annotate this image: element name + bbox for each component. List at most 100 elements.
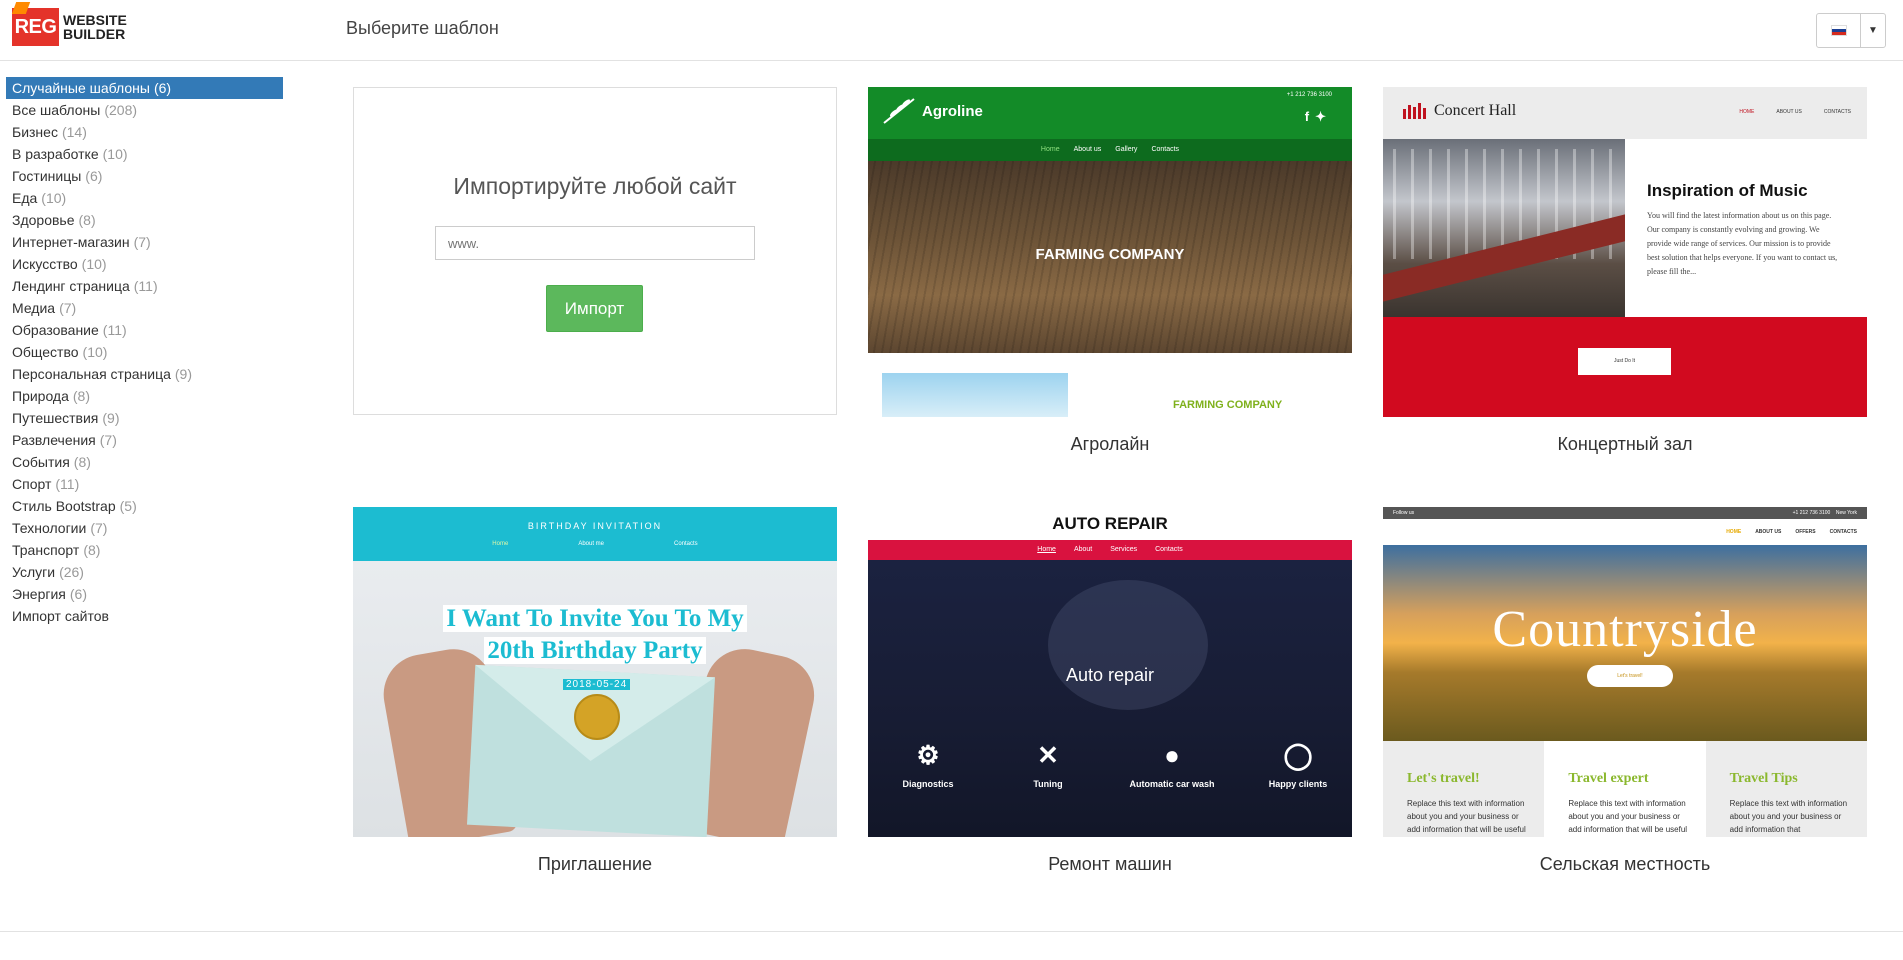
drop-icon: ● xyxy=(1164,740,1180,770)
category-nature[interactable]: Природа (8) xyxy=(6,385,283,407)
category-import-sites[interactable]: Импорт сайтов xyxy=(6,605,283,627)
countryside-contact: +1 212 736 3100 New York xyxy=(1793,510,1857,516)
category-label: Стиль Bootstrap xyxy=(12,498,116,514)
category-transport[interactable]: Транспорт (8) xyxy=(6,539,283,561)
template-preview-auto-repair[interactable]: AUTO REPAIR Home About Services Contacts… xyxy=(868,507,1352,837)
concert-info: Inspiration of Music You will find the l… xyxy=(1625,139,1867,317)
import-button[interactable]: Импорт xyxy=(546,285,643,332)
service-diagnostics: ⚙ Diagnostics xyxy=(868,740,988,789)
template-caption[interactable]: Сельская местность xyxy=(1383,854,1867,875)
language-flag-button[interactable] xyxy=(1817,14,1861,47)
category-travel[interactable]: Путешествия (9) xyxy=(6,407,283,429)
template-preview-agroline[interactable]: Agroline +1 212 736 3100 f✦ Home About u… xyxy=(868,87,1352,417)
category-business[interactable]: Бизнес (14) xyxy=(6,121,283,143)
service-car-wash: ● Automatic car wash xyxy=(1112,740,1232,789)
template-preview-concert-hall[interactable]: Concert Hall HOME ABOUT US CONTACTS Insp… xyxy=(1383,87,1867,417)
category-events[interactable]: События (8) xyxy=(6,451,283,473)
category-count: (14) xyxy=(61,124,87,140)
category-label: Путешествия xyxy=(12,410,99,426)
countryside-nav-item: OFFERS xyxy=(1795,529,1816,535)
invitation-header: BIRTHDAY INVITATION Home About me Contac… xyxy=(353,507,837,561)
template-card-countryside: Follow us +1 212 736 3100 New York HOME … xyxy=(1383,507,1867,875)
category-media[interactable]: Медиа (7) xyxy=(6,297,283,319)
concert-heading: Inspiration of Music xyxy=(1647,181,1808,200)
countryside-city: New York xyxy=(1835,510,1857,516)
category-society[interactable]: Общество (10) xyxy=(6,341,283,363)
agroline-nav-item: Home xyxy=(1040,146,1060,153)
agroline-bottom-section: FARMING COMPANY xyxy=(868,353,1352,417)
language-selector[interactable]: ▼ xyxy=(1816,13,1886,48)
category-art[interactable]: Искусство (10) xyxy=(6,253,283,275)
category-count: (7) xyxy=(133,234,151,250)
template-preview-invitation[interactable]: BIRTHDAY INVITATION Home About me Contac… xyxy=(353,507,837,837)
service-label: Diagnostics xyxy=(902,779,954,789)
category-education[interactable]: Образование (11) xyxy=(6,319,283,341)
category-food[interactable]: Еда (10) xyxy=(6,187,283,209)
category-count: (26) xyxy=(59,564,84,580)
template-card-agroline: Agroline +1 212 736 3100 f✦ Home About u… xyxy=(868,87,1352,455)
service-tuning: ✕ Tuning xyxy=(988,740,1108,789)
category-count: (10) xyxy=(41,190,67,206)
column-title: Travel expert xyxy=(1568,771,1649,786)
invitation-nav-item: Contacts xyxy=(674,541,698,547)
category-personal[interactable]: Персональная страница (9) xyxy=(6,363,283,385)
autorepair-nav: Home About Services Contacts xyxy=(868,540,1352,560)
facebook-icon: f xyxy=(1304,109,1316,124)
countryside-follow-text: Follow us xyxy=(1393,510,1415,516)
category-label: Развлечения xyxy=(12,432,96,448)
category-label: Услуги xyxy=(12,564,56,580)
column-text: Replace this text with information about… xyxy=(1568,799,1688,834)
category-count: (11) xyxy=(102,322,127,338)
agroline-sky-image xyxy=(882,373,1068,417)
category-label: Искусство xyxy=(12,256,78,272)
service-label: Automatic car wash xyxy=(1129,779,1215,789)
service-label: Happy clients xyxy=(1268,779,1328,789)
category-online-store[interactable]: Интернет-магазин (7) xyxy=(6,231,283,253)
category-label: Спорт xyxy=(12,476,52,492)
category-label: События xyxy=(12,454,70,470)
category-count: (7) xyxy=(99,432,117,448)
category-count: (10) xyxy=(102,146,128,162)
concert-cta-button: Just Do It xyxy=(1578,348,1671,375)
template-caption[interactable]: Приглашение xyxy=(353,854,837,875)
template-card-invitation: BIRTHDAY INVITATION Home About me Contac… xyxy=(353,507,837,875)
concert-hall-photo xyxy=(1383,139,1625,317)
category-bootstrap[interactable]: Стиль Bootstrap (5) xyxy=(6,495,283,517)
reg-website-builder-logo[interactable]: REG WEBSITE BUILDER xyxy=(12,7,127,47)
column-title: Let's travel! xyxy=(1407,771,1480,786)
category-services[interactable]: Услуги (26) xyxy=(6,561,283,583)
category-energy[interactable]: Энергия (6) xyxy=(6,583,283,605)
countryside-hero-title: Countryside xyxy=(1492,601,1758,658)
category-label: Природа xyxy=(12,388,69,404)
category-landing[interactable]: Лендинг страница (11) xyxy=(6,275,283,297)
countryside-nav: HOME ABOUT US OFFERS CONTACTS xyxy=(1383,519,1867,545)
category-sport[interactable]: Спорт (11) xyxy=(6,473,283,495)
invitation-title: BIRTHDAY INVITATION xyxy=(527,521,663,531)
wheat-icon xyxy=(883,98,915,124)
category-health[interactable]: Здоровье (8) xyxy=(6,209,283,231)
autorepair-hero: Auto repair ⚙ Diagnostics ✕ Tuning ● Automa… xyxy=(868,560,1352,837)
category-label: Образование xyxy=(12,322,99,338)
agroline-social-icons: f✦ xyxy=(1305,109,1332,125)
template-caption[interactable]: Агролайн xyxy=(868,434,1352,455)
category-all[interactable]: Все шаблоны (208) xyxy=(6,99,283,121)
service-label: Tuning xyxy=(1033,779,1063,789)
category-label: Энергия xyxy=(12,586,66,602)
invitation-nav-item: Home xyxy=(492,541,509,547)
chevron-down-icon[interactable]: ▼ xyxy=(1861,14,1885,47)
countryside-nav-item: CONTACTS xyxy=(1829,529,1857,535)
import-url-input[interactable] xyxy=(435,226,755,260)
template-preview-countryside[interactable]: Follow us +1 212 736 3100 New York HOME … xyxy=(1383,507,1867,837)
logo-text: WEBSITE BUILDER xyxy=(63,13,127,41)
category-random[interactable]: Случайные шаблоны (6) xyxy=(6,77,283,99)
category-technology[interactable]: Технологии (7) xyxy=(6,517,283,539)
template-caption[interactable]: Концертный зал xyxy=(1383,434,1867,455)
agroline-nav-item: Contacts xyxy=(1151,146,1180,153)
template-caption[interactable]: Ремонт машин xyxy=(868,854,1352,875)
category-in-development[interactable]: В разработке (10) xyxy=(6,143,283,165)
category-label: Общество xyxy=(12,344,79,360)
countryside-column: Travel expert Replace this text with info… xyxy=(1544,741,1706,837)
category-hotels[interactable]: Гостиницы (6) xyxy=(6,165,283,187)
category-entertainment[interactable]: Развлечения (7) xyxy=(6,429,283,451)
wrench-icon: ✕ xyxy=(1037,740,1059,770)
